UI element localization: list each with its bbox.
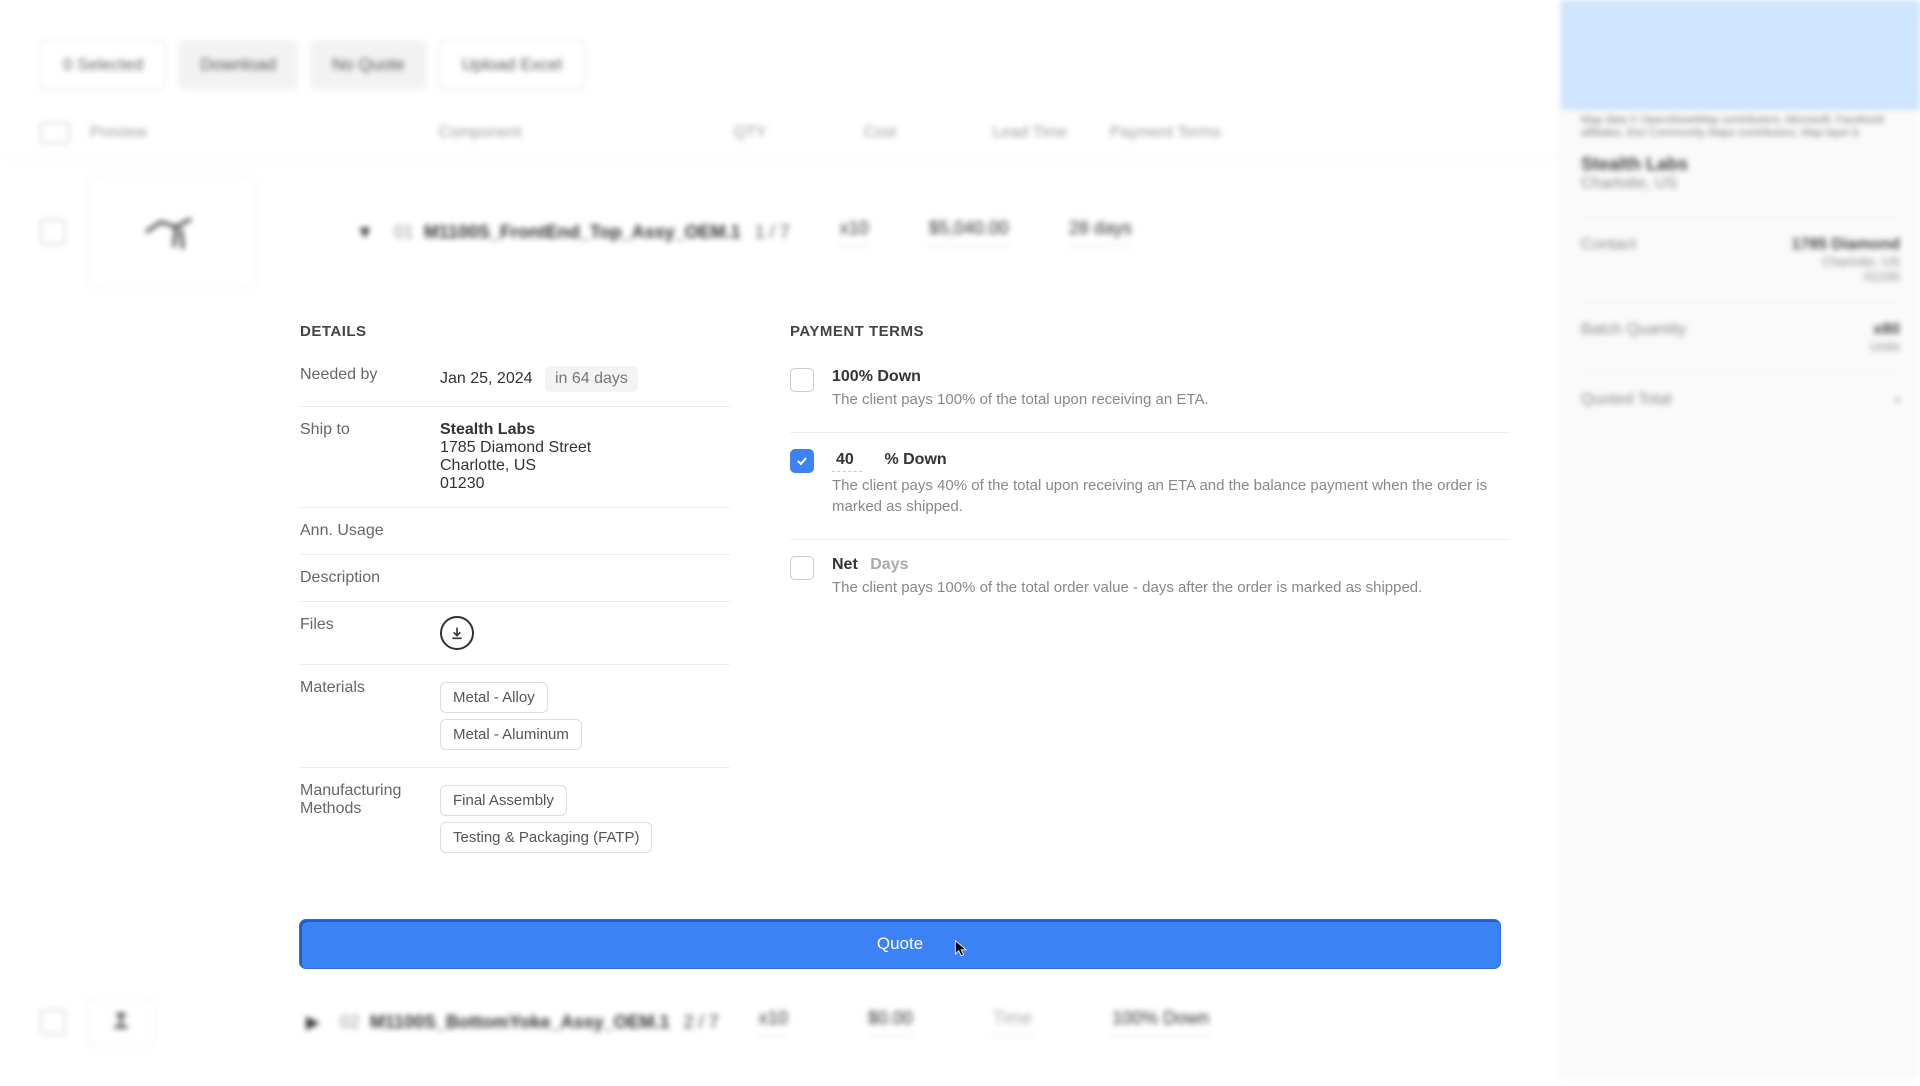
net-label: Net	[832, 556, 858, 573]
batch-qty-label: Batch Quantity	[1581, 321, 1686, 354]
percent-down-suffix: % Down	[884, 451, 946, 468]
needed-by-label: Needed by	[300, 366, 440, 384]
payment-net-checkbox[interactable]	[790, 556, 814, 580]
part-thumbnail	[86, 177, 256, 287]
col-qty: QTY	[690, 124, 810, 142]
col-preview: Preview	[90, 124, 270, 142]
payment-100-down-desc: The client pays 100% of the total upon r…	[832, 390, 1510, 410]
component-name: M1100S_BottomYoke_Assy_OEM.1	[370, 1012, 670, 1033]
col-lead-time: Lead Time	[950, 124, 1110, 142]
row-qty[interactable]: x10	[759, 1008, 788, 1036]
contact-zip: 01230	[1792, 269, 1900, 284]
ship-to-label: Ship to	[300, 421, 440, 439]
caret-right-icon[interactable]: ▶	[306, 1012, 320, 1033]
no-quote-button[interactable]: No Quote	[310, 40, 427, 90]
upload-excel-button[interactable]: Upload Excel	[439, 40, 585, 90]
row-index: 02	[340, 1012, 360, 1033]
part-thumbnail	[86, 998, 156, 1046]
col-component: Component	[270, 124, 690, 142]
component-fraction: 1 / 7	[755, 222, 790, 243]
payment-terms-title: PAYMENT TERMS	[790, 323, 1510, 340]
details-title: DETAILS	[300, 323, 730, 340]
col-payment-terms: Payment Terms	[1110, 124, 1230, 142]
row-checkbox[interactable]	[40, 219, 66, 245]
payment-terms-panel: PAYMENT TERMS 100% Down The client pays …	[790, 297, 1510, 870]
row-lead-time[interactable]: 28 days	[1069, 218, 1132, 246]
payment-percent-down-checkbox[interactable]	[790, 449, 814, 473]
payment-100-down-checkbox[interactable]	[790, 368, 814, 392]
percent-down-input[interactable]: 40	[832, 449, 862, 472]
percent-down-desc: The client pays 40% of the total upon re…	[832, 476, 1510, 517]
contact-street: 1785 Diamond	[1792, 236, 1900, 253]
details-panel: DETAILS Needed by Jan 25, 2024 in 64 day…	[300, 297, 730, 870]
download-button[interactable]: Download	[178, 40, 298, 90]
materials-label: Materials	[300, 679, 440, 697]
needed-by-relative: in 64 days	[545, 366, 638, 392]
ship-street: 1785 Diamond Street	[440, 439, 730, 457]
row-qty[interactable]: x10	[840, 218, 869, 246]
download-files-button[interactable]	[440, 616, 474, 650]
sidebar-company: Stealth Labs	[1581, 154, 1900, 175]
row-cost[interactable]: $0.00	[868, 1008, 913, 1036]
method-tag: Final Assembly	[440, 785, 567, 816]
method-tag: Testing & Packaging (FATP)	[440, 822, 652, 853]
row-payment-terms[interactable]: 100% Down	[1112, 1008, 1209, 1036]
col-cost: Cost	[810, 124, 950, 142]
summary-sidebar: Map data © OpenStreetMap contributors, M…	[1560, 0, 1920, 1080]
ship-zip: 01230	[440, 475, 730, 493]
row-checkbox[interactable]	[40, 1009, 66, 1035]
files-label: Files	[300, 616, 440, 634]
description-label: Description	[300, 569, 440, 587]
payment-100-down-title: 100% Down	[832, 368, 1510, 386]
ann-usage-label: Ann. Usage	[300, 522, 440, 540]
batch-qty-value: x80	[1873, 321, 1900, 338]
net-days-input[interactable]: Days	[870, 556, 908, 573]
select-all-checkbox[interactable]	[40, 122, 70, 144]
quoted-total-value: -	[1895, 391, 1900, 409]
row-lead-time[interactable]: Time	[993, 1008, 1032, 1036]
caret-down-icon[interactable]: ▼	[356, 222, 374, 243]
row-cost[interactable]: $5,040.00	[929, 218, 1009, 246]
quote-button[interactable]: Quote	[300, 920, 1500, 968]
ship-company: Stealth Labs	[440, 421, 730, 439]
needed-by-date: Jan 25, 2024	[440, 370, 533, 387]
row-index: 01	[394, 222, 414, 243]
net-desc: The client pays 100% of the total order …	[832, 578, 1510, 598]
material-tag: Metal - Alloy	[440, 682, 548, 713]
ship-city: Charlotte, US	[440, 457, 730, 475]
component-fraction: 2 / 7	[684, 1012, 719, 1033]
sidebar-city: Charlotte, US	[1581, 175, 1900, 193]
contact-city: Charlotte, US	[1792, 254, 1900, 269]
contact-label: Contact	[1581, 236, 1636, 284]
map-credits: Map data © OpenStreetMap contributors, M…	[1581, 114, 1900, 140]
batch-qty-units: Units	[1870, 339, 1900, 354]
component-name: M1100S_FrontEnd_Top_Assy_OEM.1	[424, 222, 741, 243]
material-tag: Metal - Aluminum	[440, 719, 582, 750]
methods-label: Manufacturing Methods	[300, 782, 440, 818]
map-preview	[1561, 0, 1920, 110]
selected-count-chip: 0 Selected	[40, 40, 166, 90]
quoted-total-label: Quoted Total	[1581, 391, 1671, 409]
